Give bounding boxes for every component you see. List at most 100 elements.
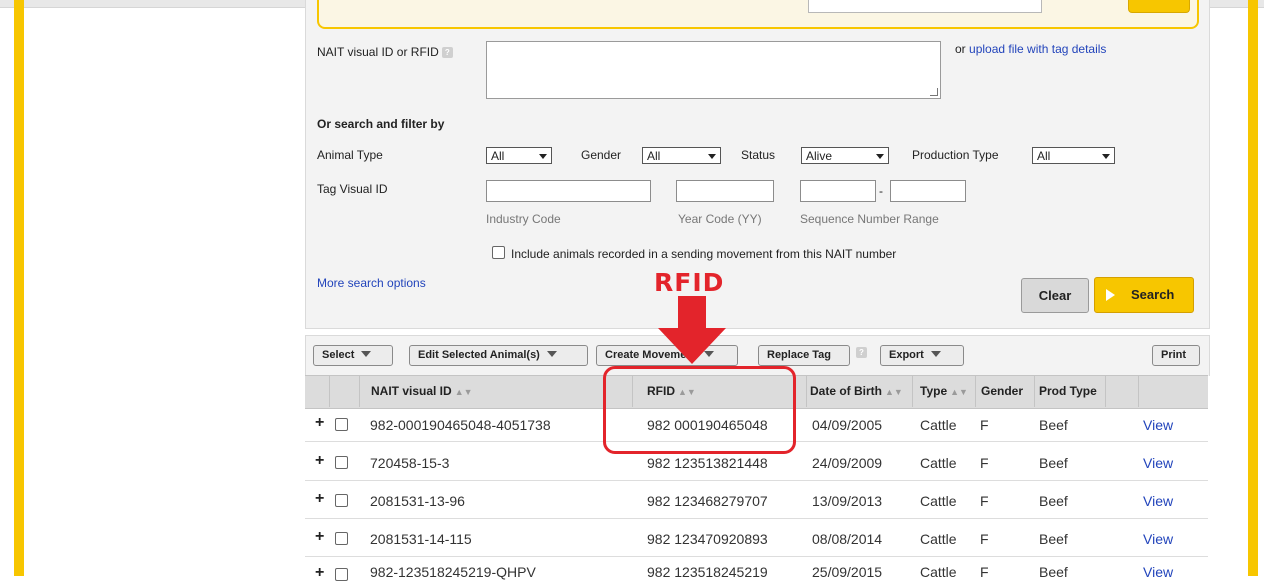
sequence-to-input[interactable] bbox=[890, 180, 966, 202]
status-select[interactable]: Alive bbox=[801, 147, 889, 164]
header-prod-type: Prod Type bbox=[1039, 384, 1097, 398]
sequence-hint: Sequence Number Range bbox=[800, 212, 939, 226]
header-visual-id-text: NAIT visual ID bbox=[371, 384, 452, 398]
cell-rfid: 982 123468279707 bbox=[647, 493, 768, 509]
gender-value: All bbox=[647, 149, 661, 163]
cell-type: Cattle bbox=[920, 455, 957, 471]
include-sending-label: Include animals recorded in a sending mo… bbox=[511, 247, 897, 261]
gender-select[interactable]: All bbox=[642, 147, 721, 164]
cell-visual-id: 982-000190465048-4051738 bbox=[370, 417, 551, 433]
chevron-down-icon bbox=[708, 154, 716, 159]
filter-heading: Or search and filter by bbox=[317, 117, 445, 131]
column-divider bbox=[806, 375, 807, 407]
expand-icon[interactable]: + bbox=[315, 528, 324, 546]
sort-icon: ▲▼ bbox=[950, 387, 968, 397]
sort-icon: ▲▼ bbox=[885, 387, 903, 397]
resize-grip-icon[interactable] bbox=[930, 88, 938, 96]
row-checkbox[interactable] bbox=[335, 532, 348, 545]
industry-code-input[interactable] bbox=[486, 180, 651, 202]
tag-visual-id-label: Tag Visual ID bbox=[317, 182, 388, 196]
clear-button[interactable]: Clear bbox=[1021, 278, 1089, 313]
more-search-options-link[interactable]: More search options bbox=[317, 276, 426, 290]
search-button[interactable]: Search bbox=[1094, 277, 1194, 313]
chevron-down-icon bbox=[361, 351, 372, 357]
view-link[interactable]: View bbox=[1143, 493, 1173, 509]
right-accent-bar bbox=[1248, 0, 1258, 576]
help-icon[interactable]: ? bbox=[856, 347, 867, 358]
search-button-label: Search bbox=[1131, 287, 1175, 302]
cell-gender: F bbox=[980, 531, 989, 547]
header-gender: Gender bbox=[981, 384, 1024, 398]
chevron-down-icon bbox=[1102, 154, 1110, 159]
export-button[interactable]: Export bbox=[880, 345, 964, 366]
expand-icon[interactable]: + bbox=[315, 452, 324, 470]
print-button[interactable]: Print bbox=[1152, 345, 1200, 366]
play-icon bbox=[1106, 289, 1115, 301]
cell-visual-id: 2081531-13-96 bbox=[370, 493, 465, 509]
select-menu-button[interactable]: Select bbox=[313, 345, 393, 366]
industry-code-hint: Industry Code bbox=[486, 212, 561, 226]
view-link[interactable]: View bbox=[1143, 455, 1173, 471]
cell-dob: 04/09/2005 bbox=[812, 417, 883, 433]
year-code-hint: Year Code (YY) bbox=[678, 212, 762, 226]
quick-search-input[interactable] bbox=[808, 0, 1042, 13]
cell-gender: F bbox=[980, 417, 989, 433]
column-divider bbox=[329, 375, 330, 407]
row-divider bbox=[305, 556, 1208, 557]
row-checkbox[interactable] bbox=[335, 568, 348, 581]
help-icon[interactable]: ? bbox=[441, 47, 453, 58]
nait-id-textarea[interactable] bbox=[486, 41, 941, 99]
cell-dob: 24/09/2009 bbox=[812, 455, 883, 471]
expand-icon[interactable]: + bbox=[315, 564, 324, 582]
chevron-down-icon bbox=[876, 154, 884, 159]
header-type[interactable]: Type ▲▼ bbox=[920, 375, 968, 407]
cell-gender: F bbox=[980, 493, 989, 509]
cell-gender: F bbox=[980, 455, 989, 471]
replace-tag-button[interactable]: Replace Tag bbox=[758, 345, 850, 366]
nait-id-label-text: NAIT visual ID or RFID bbox=[317, 45, 439, 59]
status-label: Status bbox=[741, 148, 776, 162]
edit-selected-button[interactable]: Edit Selected Animal(s) bbox=[409, 345, 588, 366]
down-arrow-icon bbox=[658, 296, 726, 364]
chevron-down-icon bbox=[930, 351, 941, 357]
row-divider bbox=[305, 480, 1208, 481]
chevron-down-icon bbox=[539, 154, 547, 159]
nait-id-label: NAIT visual ID or RFID? bbox=[317, 45, 453, 59]
row-checkbox[interactable] bbox=[335, 456, 348, 469]
edit-selected-label: Edit Selected Animal(s) bbox=[418, 349, 540, 361]
status-value: Alive bbox=[806, 149, 833, 163]
view-link[interactable]: View bbox=[1143, 417, 1173, 433]
production-type-select[interactable]: All bbox=[1032, 147, 1115, 164]
rfid-annotation-label: RFID bbox=[654, 268, 725, 297]
chevron-down-icon bbox=[546, 351, 557, 357]
expand-icon[interactable]: + bbox=[315, 490, 324, 508]
cell-type: Cattle bbox=[920, 564, 957, 580]
range-dash: - bbox=[879, 184, 883, 198]
animal-type-select[interactable]: All bbox=[486, 147, 552, 164]
quick-search-button[interactable] bbox=[1128, 0, 1190, 13]
include-sending-checkbox[interactable] bbox=[492, 246, 505, 259]
column-divider bbox=[975, 375, 976, 407]
column-divider bbox=[1138, 375, 1139, 407]
row-divider bbox=[305, 518, 1208, 519]
row-checkbox[interactable] bbox=[335, 494, 348, 507]
cell-prod-type: Beef bbox=[1039, 493, 1068, 509]
rfid-highlight-box bbox=[603, 366, 796, 454]
sequence-from-input[interactable] bbox=[800, 180, 876, 202]
cell-rfid: 982 123470920893 bbox=[647, 531, 768, 547]
cell-prod-type: Beef bbox=[1039, 531, 1068, 547]
year-code-input[interactable] bbox=[676, 180, 774, 202]
cell-dob: 25/09/2015 bbox=[812, 564, 883, 580]
column-divider bbox=[359, 375, 360, 407]
cell-dob: 08/08/2014 bbox=[812, 531, 883, 547]
expand-icon[interactable]: + bbox=[315, 414, 324, 432]
header-type-text: Type bbox=[920, 384, 948, 398]
view-link[interactable]: View bbox=[1143, 564, 1173, 580]
row-checkbox[interactable] bbox=[335, 418, 348, 431]
header-visual-id[interactable]: NAIT visual ID ▲▼ bbox=[371, 375, 473, 407]
cell-visual-id: 720458-15-3 bbox=[370, 455, 450, 471]
view-link[interactable]: View bbox=[1143, 531, 1173, 547]
upload-file-link[interactable]: upload file with tag details bbox=[969, 42, 1106, 56]
header-dob[interactable]: Date of Birth ▲▼ bbox=[810, 375, 903, 407]
cell-type: Cattle bbox=[920, 417, 957, 433]
